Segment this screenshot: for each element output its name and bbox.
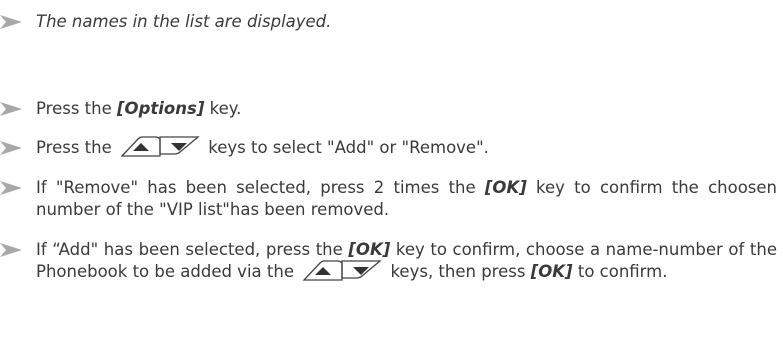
bullet-arrow-icon — [0, 181, 22, 195]
bullet-arrow-icon — [0, 243, 22, 257]
options-key-label: [Options] — [117, 99, 205, 118]
bullet-arrow-icon — [0, 141, 22, 155]
up-down-arrow-keys-icon — [302, 259, 383, 282]
step-options-text: Press the [Options] key. — [36, 99, 242, 118]
ok-key-label: [OK] — [530, 262, 573, 281]
bullet-arrow-icon — [0, 15, 22, 29]
step-add-text: If “Add" has been selected, press the [O… — [36, 240, 777, 282]
intro-text: The names in the list are displayed. — [36, 12, 332, 31]
step-select-text: Press the keys to select "Add" or "Remov… — [36, 135, 777, 160]
ok-key-label: [OK] — [348, 240, 391, 259]
up-down-arrow-keys-icon — [120, 135, 200, 158]
step-remove-text: If "Remove" has been selected, press 2 t… — [36, 178, 777, 219]
ok-key-label: [OK] — [484, 178, 527, 197]
bullet-arrow-icon — [0, 102, 22, 116]
